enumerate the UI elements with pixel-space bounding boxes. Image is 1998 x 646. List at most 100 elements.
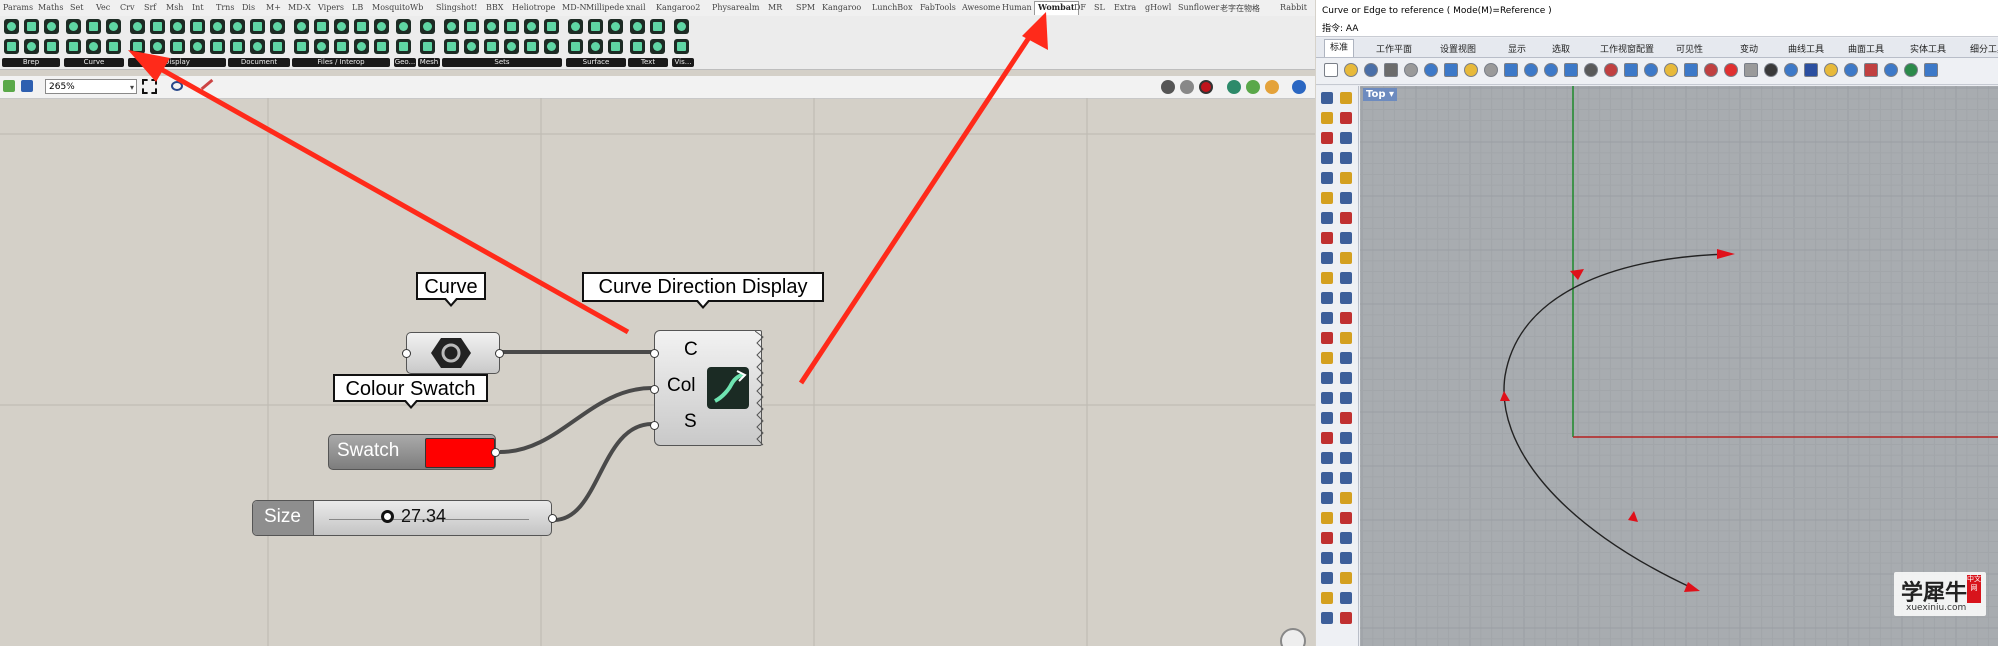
component-icon[interactable] xyxy=(44,39,59,54)
curve-param[interactable] xyxy=(402,332,504,374)
component-icon[interactable] xyxy=(588,39,603,54)
input-grip-col[interactable] xyxy=(650,385,659,394)
component-icon[interactable] xyxy=(210,39,225,54)
rhino-tab-1[interactable]: 标准 xyxy=(1324,39,1355,57)
component-icon[interactable] xyxy=(24,19,39,34)
toolbar-icon[interactable] xyxy=(1504,63,1518,77)
tab-msh[interactable]: Msh xyxy=(166,3,183,12)
side-tool-icon[interactable] xyxy=(1340,232,1352,244)
toolbar-icon[interactable] xyxy=(1464,63,1478,77)
side-tool-icon[interactable] xyxy=(1340,112,1352,124)
component-icon[interactable] xyxy=(170,19,185,34)
rhino-tab-8[interactable]: 变动 xyxy=(1740,42,1758,55)
side-tool-icon[interactable] xyxy=(1321,192,1333,204)
component-icon[interactable] xyxy=(444,39,459,54)
component-icon[interactable] xyxy=(294,39,309,54)
rhino-tab-11[interactable]: 实体工具 xyxy=(1910,42,1946,55)
tab-wombat[interactable]: Wombat xyxy=(1034,1,1079,15)
component-icon[interactable] xyxy=(544,19,559,34)
component-icon[interactable] xyxy=(190,39,205,54)
tab-dis[interactable]: Dis xyxy=(242,3,255,12)
component-icon[interactable] xyxy=(504,19,519,34)
tab-spm[interactable]: SPM xyxy=(796,3,815,12)
component-icon[interactable] xyxy=(66,19,81,34)
component-icon[interactable] xyxy=(650,19,665,34)
side-tool-icon[interactable] xyxy=(1340,272,1352,284)
tab-crv[interactable]: Crv xyxy=(120,3,134,12)
tab-sunflower[interactable]: Sunflower xyxy=(1178,3,1219,12)
side-tool-icon[interactable] xyxy=(1340,552,1352,564)
tab-millipede[interactable]: Millipede xyxy=(586,3,624,12)
tab-[interactable]: 老字在物格 xyxy=(1220,3,1260,14)
component-icon[interactable] xyxy=(608,19,623,34)
tab-trns[interactable]: Trns xyxy=(216,3,234,12)
tab-kangaroo2[interactable]: Kangaroo2 xyxy=(656,3,700,12)
component-icon[interactable] xyxy=(630,19,645,34)
component-icon[interactable] xyxy=(4,19,19,34)
side-tool-icon[interactable] xyxy=(1340,332,1352,344)
component-icon[interactable] xyxy=(4,39,19,54)
toolbar-icon[interactable] xyxy=(1904,63,1918,77)
tab-md-n[interactable]: MD-N xyxy=(562,3,586,12)
side-tool-icon[interactable] xyxy=(1321,112,1333,124)
side-tool-icon[interactable] xyxy=(1340,352,1352,364)
tab-lunchbox[interactable]: LunchBox xyxy=(872,3,912,12)
component-icon[interactable] xyxy=(170,39,185,54)
side-tool-icon[interactable] xyxy=(1321,332,1333,344)
input-grip-s[interactable] xyxy=(650,421,659,430)
toolbar-icon[interactable] xyxy=(1844,63,1858,77)
component-icon[interactable] xyxy=(86,39,101,54)
side-tool-icon[interactable] xyxy=(1340,592,1352,604)
tab-lb[interactable]: LB xyxy=(352,3,363,12)
side-tool-icon[interactable] xyxy=(1340,472,1352,484)
component-icon[interactable] xyxy=(484,39,499,54)
side-tool-icon[interactable] xyxy=(1321,472,1333,484)
rhino-tab-5[interactable]: 选取 xyxy=(1552,42,1570,55)
component-icon[interactable] xyxy=(250,39,265,54)
tab-int[interactable]: Int xyxy=(192,3,204,12)
side-tool-icon[interactable] xyxy=(1321,532,1333,544)
tab-ghowl[interactable]: gHowl xyxy=(1145,3,1171,12)
component-icon[interactable] xyxy=(396,39,411,54)
toolbar-icon[interactable] xyxy=(1764,63,1778,77)
display-sphere-icon[interactable] xyxy=(1292,80,1306,94)
tab-human[interactable]: Human xyxy=(1002,3,1032,12)
tab-maths[interactable]: Maths xyxy=(38,3,63,12)
slider-output-grip[interactable] xyxy=(548,514,557,523)
tab-fabtools[interactable]: FabTools xyxy=(920,3,956,12)
side-tool-icon[interactable] xyxy=(1340,192,1352,204)
side-tool-icon[interactable] xyxy=(1321,132,1333,144)
component-icon[interactable] xyxy=(568,39,583,54)
component-icon[interactable] xyxy=(130,19,145,34)
component-icon[interactable] xyxy=(544,39,559,54)
shaded-preview-icon[interactable] xyxy=(1199,80,1213,94)
side-tool-icon[interactable] xyxy=(1340,532,1352,544)
component-icon[interactable] xyxy=(464,39,479,54)
zoom-extents-icon[interactable] xyxy=(142,79,157,94)
component-icon[interactable] xyxy=(374,19,389,34)
tab-mr[interactable]: MR xyxy=(768,3,782,12)
component-icon[interactable] xyxy=(674,39,689,54)
component-icon[interactable] xyxy=(674,19,689,34)
side-tool-icon[interactable] xyxy=(1321,592,1333,604)
tab-xnail[interactable]: xnail xyxy=(626,3,646,12)
toolbar-icon[interactable] xyxy=(1484,63,1498,77)
component-icon[interactable] xyxy=(464,19,479,34)
toolbar-icon[interactable] xyxy=(1584,63,1598,77)
toolbar-icon[interactable] xyxy=(1404,63,1418,77)
side-tool-icon[interactable] xyxy=(1340,512,1352,524)
tab-sl[interactable]: SL xyxy=(1094,3,1105,12)
toolbar-icon[interactable] xyxy=(1564,63,1578,77)
toolbar-icon[interactable] xyxy=(1644,63,1658,77)
toolbar-icon[interactable] xyxy=(1544,63,1558,77)
wireframe-preview-icon[interactable] xyxy=(1180,80,1194,94)
mesh-settings-icon[interactable] xyxy=(1246,80,1260,94)
component-icon[interactable] xyxy=(210,19,225,34)
sketch-pen-icon[interactable] xyxy=(200,78,214,91)
side-tool-icon[interactable] xyxy=(1321,252,1333,264)
side-tool-icon[interactable] xyxy=(1340,172,1352,184)
component-icon[interactable] xyxy=(588,19,603,34)
color-settings-icon[interactable] xyxy=(1265,80,1279,94)
viewport-label[interactable]: Top ▾ xyxy=(1363,88,1398,101)
component-icon[interactable] xyxy=(524,39,539,54)
